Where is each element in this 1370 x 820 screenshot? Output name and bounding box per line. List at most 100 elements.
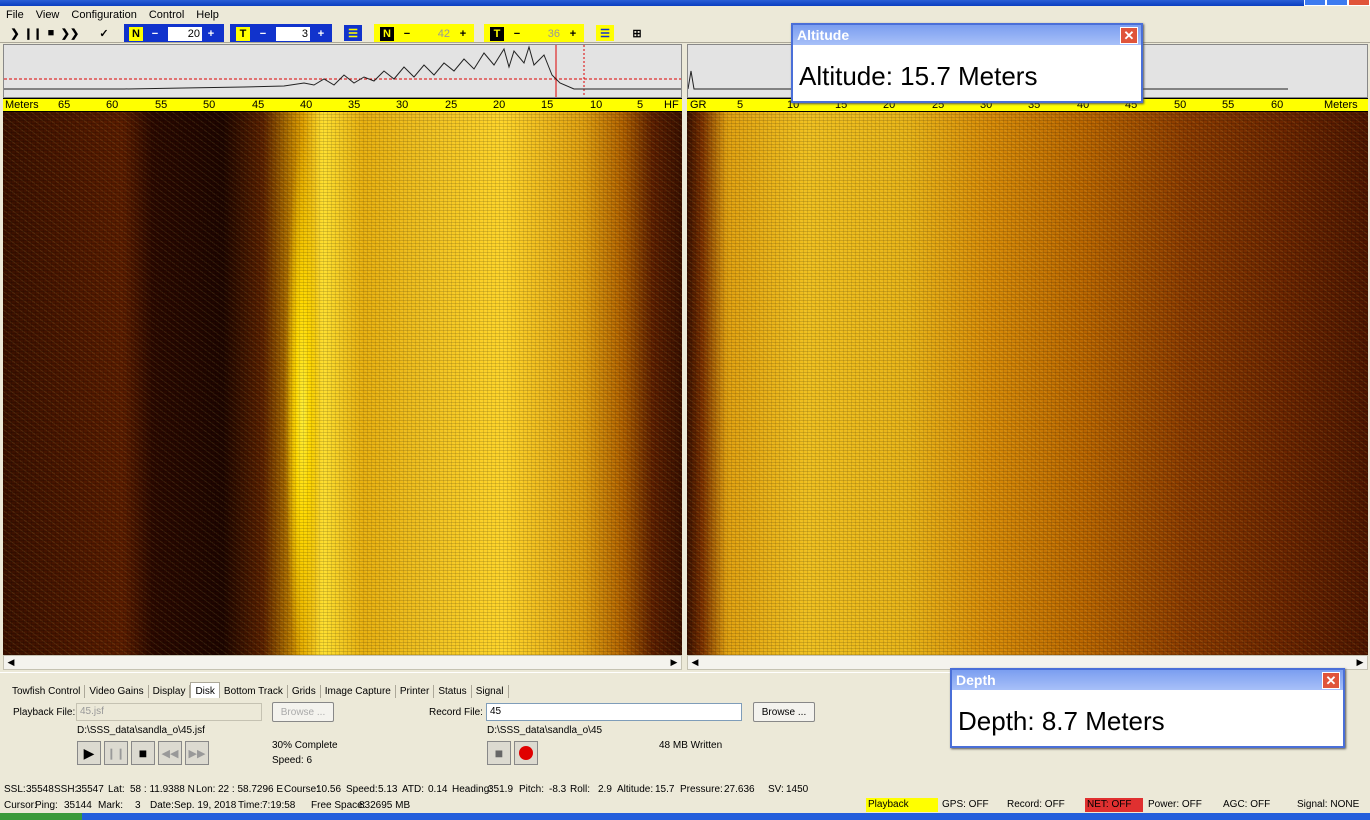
status-key: SV: bbox=[768, 784, 784, 795]
sonar-image-port[interactable] bbox=[3, 112, 682, 655]
status-value: 7:19:58 bbox=[262, 800, 296, 811]
scale-tick-left: 50 bbox=[203, 99, 216, 111]
playback-speed: Speed: 6 bbox=[272, 755, 313, 766]
t-minus-button-left[interactable]: − bbox=[256, 27, 270, 41]
palette-icon-right[interactable]: ☰ bbox=[596, 25, 614, 41]
status-key: Mark: bbox=[98, 800, 123, 811]
menu-help[interactable]: Help bbox=[190, 9, 225, 21]
check-icon[interactable]: ✓ bbox=[96, 25, 112, 41]
t-value-right[interactable]: 36 bbox=[530, 27, 562, 41]
grid-icon[interactable]: ⊞ bbox=[628, 25, 646, 41]
status-value: 0.14 bbox=[428, 784, 448, 795]
tab-status[interactable]: Status bbox=[434, 685, 472, 698]
indicator-net: NET: OFF bbox=[1085, 798, 1143, 812]
scale-tick-right: 60 bbox=[1271, 99, 1284, 111]
n-plus-button-right[interactable]: + bbox=[456, 27, 470, 41]
t-value-left[interactable]: 3 bbox=[276, 27, 310, 41]
panel-tabs: Towfish Control Video Gains Display Disk… bbox=[8, 682, 509, 698]
indicator-record: Record: OFF bbox=[1005, 798, 1083, 812]
altitude-window: Altitude ✕ Altitude: 15.7 Meters bbox=[791, 23, 1143, 103]
status-value: 22 : 58.7296 E bbox=[218, 784, 284, 795]
scale-tick-left: 40 bbox=[300, 99, 313, 111]
pause-button[interactable]: ❙❙ bbox=[104, 741, 128, 765]
tab-disk[interactable]: Disk bbox=[190, 682, 220, 698]
stop-icon: ■ bbox=[494, 745, 504, 761]
stop-button[interactable]: ■ bbox=[131, 741, 155, 765]
tab-display[interactable]: Display bbox=[149, 685, 191, 698]
n-gain-group-right: N − 42 + bbox=[374, 24, 474, 42]
status-key: Course: bbox=[284, 784, 320, 795]
t-plus-button-left[interactable]: + bbox=[314, 27, 328, 41]
t-label-left: T bbox=[236, 27, 250, 41]
status-key: Lon: bbox=[196, 784, 216, 795]
t-minus-button-right[interactable]: − bbox=[510, 27, 524, 41]
tab-printer[interactable]: Printer bbox=[396, 685, 435, 698]
scale-tick-right: 50 bbox=[1174, 99, 1187, 111]
scale-tick-left: 45 bbox=[252, 99, 265, 111]
altitude-window-title: Altitude bbox=[793, 25, 1141, 45]
tab-bottom-track[interactable]: Bottom Track bbox=[220, 685, 288, 698]
record-stop-button[interactable]: ■ bbox=[487, 741, 511, 765]
t-gain-group-right: T − 36 + bbox=[484, 24, 584, 42]
status-key: Speed: bbox=[346, 784, 378, 795]
scroll-right-arrow-icon[interactable]: ▶ bbox=[667, 656, 681, 669]
scrollbar-left[interactable]: ◀ ▶ bbox=[3, 655, 682, 670]
sonar-image-starboard[interactable] bbox=[687, 112, 1368, 655]
record-icon bbox=[519, 746, 533, 760]
tab-image-capture[interactable]: Image Capture bbox=[321, 685, 396, 698]
status-value: 5.13 bbox=[378, 784, 398, 795]
browse-playback-button[interactable]: Browse ... bbox=[272, 702, 334, 722]
pause-icon[interactable]: ❙❙ bbox=[24, 25, 42, 41]
scroll-right-arrow-icon[interactable]: ▶ bbox=[1353, 656, 1367, 669]
fast-forward-icon[interactable]: ❯❯ bbox=[61, 25, 79, 41]
n-plus-button-left[interactable]: + bbox=[204, 27, 218, 41]
status-value: 2.9 bbox=[598, 784, 612, 795]
menu-file[interactable]: File bbox=[0, 9, 30, 21]
status-key: Pressure: bbox=[680, 784, 723, 795]
scale-end-left: HF bbox=[664, 99, 679, 111]
play-button[interactable]: ▶ bbox=[77, 741, 101, 765]
menu-view[interactable]: View bbox=[30, 9, 66, 21]
depth-window: Depth ✕ Depth: 8.7 Meters bbox=[950, 668, 1345, 748]
profile-trace-left bbox=[4, 45, 681, 97]
playback-file-field[interactable]: 45.jsf bbox=[76, 703, 262, 721]
tab-towfish-control[interactable]: Towfish Control bbox=[8, 685, 86, 698]
status-value: 351.9 bbox=[488, 784, 514, 795]
status-key: Ping: bbox=[35, 800, 58, 811]
record-button[interactable] bbox=[514, 741, 538, 765]
scale-unit-right: GR bbox=[690, 99, 707, 111]
n-value-right[interactable]: 42 bbox=[420, 27, 452, 41]
status-key: SSH: bbox=[54, 784, 78, 795]
rewind-button[interactable]: ◀◀ bbox=[158, 741, 182, 765]
altitude-readout: Altitude: 15.7 Meters bbox=[793, 45, 1141, 101]
close-icon[interactable]: ✕ bbox=[1120, 27, 1138, 44]
status-key: Lat: bbox=[108, 784, 125, 795]
play-icon[interactable]: ❯ bbox=[8, 25, 22, 41]
scale-tick-left: 30 bbox=[396, 99, 409, 111]
n-label-left: N bbox=[129, 27, 143, 41]
tab-grids[interactable]: Grids bbox=[288, 685, 321, 698]
n-minus-button-left[interactable]: − bbox=[148, 27, 162, 41]
indicator-signal: Signal: NONE bbox=[1295, 798, 1367, 812]
scroll-left-arrow-icon[interactable]: ◀ bbox=[688, 656, 702, 669]
n-minus-button-right[interactable]: − bbox=[400, 27, 414, 41]
record-file-field[interactable]: 45 bbox=[486, 703, 742, 721]
close-icon[interactable]: ✕ bbox=[1322, 672, 1340, 689]
scale-tick-left: 10 bbox=[590, 99, 603, 111]
t-plus-button-right[interactable]: + bbox=[566, 27, 580, 41]
start-button[interactable] bbox=[0, 813, 82, 820]
n-value-left[interactable]: 20 bbox=[168, 27, 202, 41]
altitude-profile-left bbox=[3, 44, 682, 98]
depth-readout: Depth: 8.7 Meters bbox=[952, 690, 1343, 746]
palette-icon-left[interactable]: ☰ bbox=[344, 25, 362, 41]
scroll-left-arrow-icon[interactable]: ◀ bbox=[4, 656, 18, 669]
stop-icon[interactable]: ■ bbox=[44, 25, 58, 41]
tab-video-gains[interactable]: Video Gains bbox=[85, 685, 149, 698]
menu-control[interactable]: Control bbox=[143, 9, 190, 21]
rewind-icon: ◀◀ bbox=[161, 747, 179, 760]
tab-signal[interactable]: Signal bbox=[472, 685, 509, 698]
browse-record-button[interactable]: Browse ... bbox=[753, 702, 815, 722]
menu-configuration[interactable]: Configuration bbox=[65, 9, 142, 21]
fast-forward-button[interactable]: ▶▶ bbox=[185, 741, 209, 765]
scale-tick-left: 5 bbox=[637, 99, 644, 111]
